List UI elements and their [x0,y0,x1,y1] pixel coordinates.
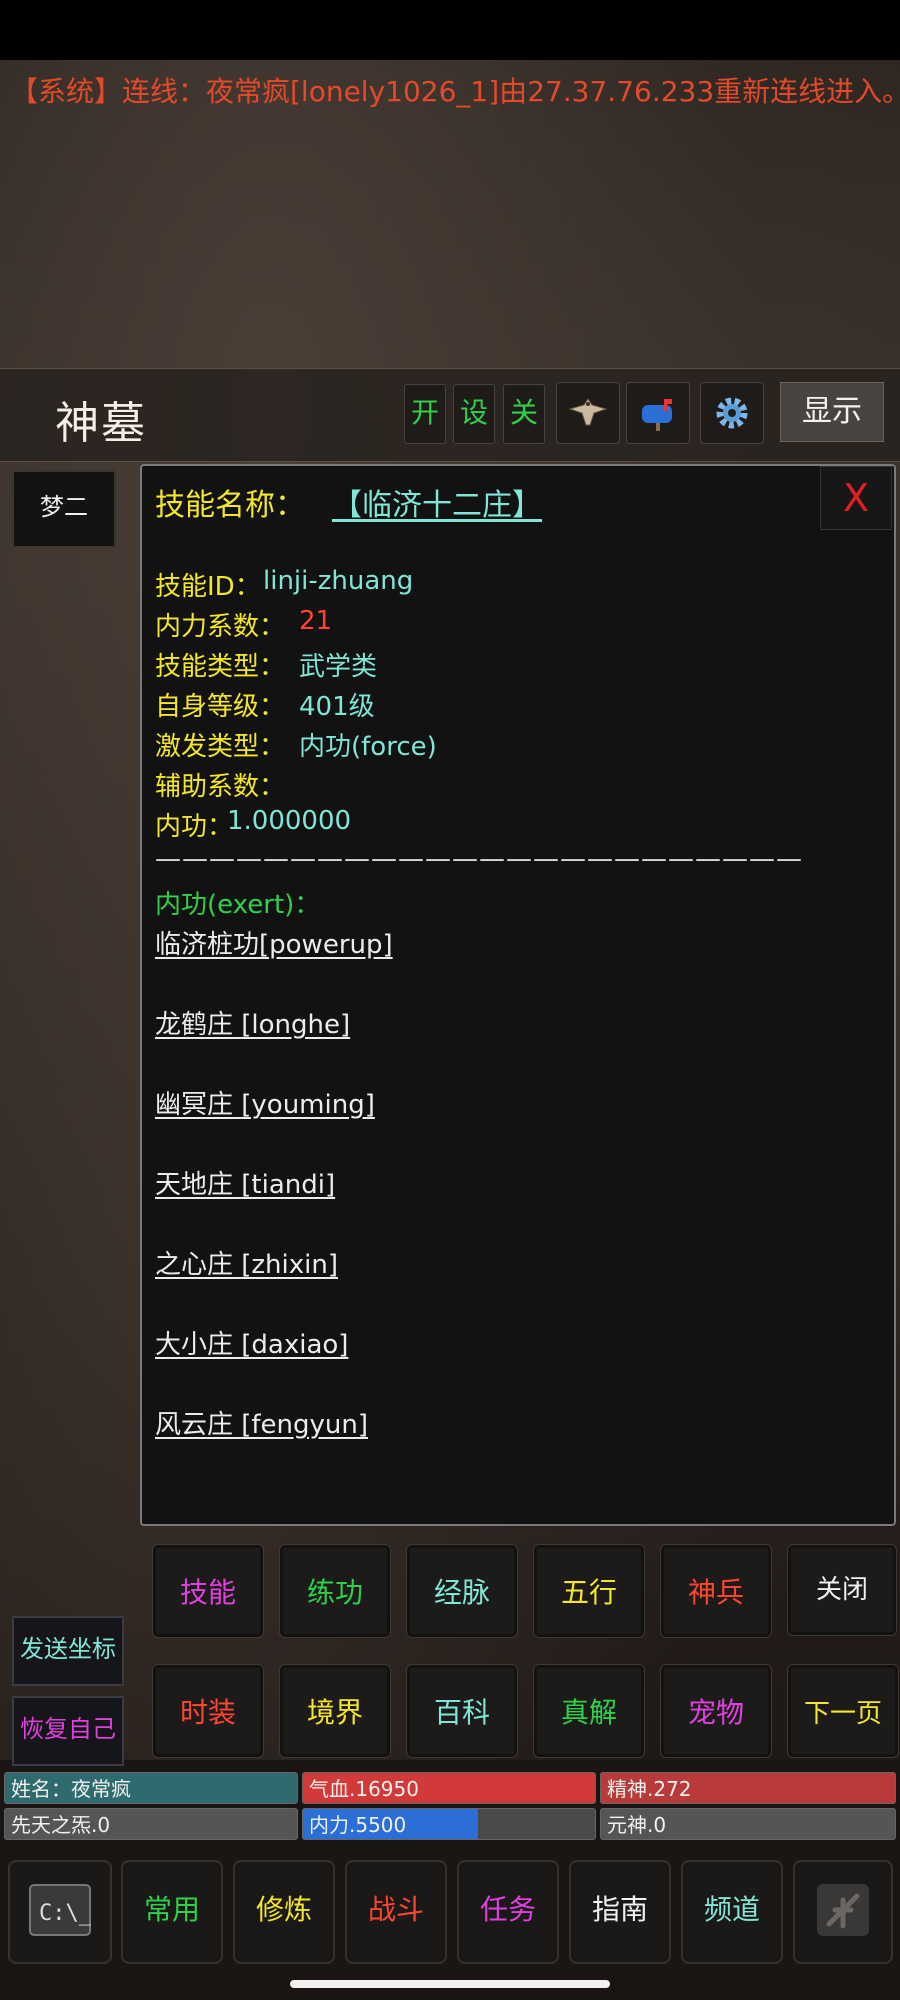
exert-item-daxiao[interactable]: 大小庄 [daxiao] [155,1324,348,1361]
panel-close-button[interactable]: X [820,466,892,530]
separator: ———————————————————————— [155,844,803,874]
svg-text:C:\_: C:\_ [39,1901,91,1926]
neili-label: 内力.5500 [309,1813,407,1837]
status-bar [0,0,900,60]
exert-item-powerup[interactable]: 临济桩功[powerup] [155,924,393,961]
excite-type-value: 内功(force) [299,732,437,762]
nav-quest[interactable]: 任务 [457,1860,559,1964]
page-title: 神墓 [55,398,147,449]
exert-item-zhixin[interactable]: 之心庄 [zhixin] [155,1244,338,1281]
close-toggle-button[interactable]: 关 [503,384,545,444]
close-button[interactable]: 关闭 [787,1544,897,1636]
exert-item-tiandi[interactable]: 天地庄 [tiandi] [155,1164,335,1201]
terminal-icon: C:\_ [29,1884,93,1936]
skill-id-value: linji-zhuang [263,566,414,596]
brush-icon [817,1884,869,1936]
nav-common[interactable]: 常用 [121,1860,223,1964]
qixue-bar: 气血.16950 [302,1772,596,1804]
realm-button[interactable]: 境界 [279,1664,391,1758]
coef-value: 21 [299,606,333,636]
coef-label: 内力系数： [155,612,286,642]
fashion-button[interactable]: 时装 [152,1664,264,1758]
divine-weapon-button[interactable]: 神兵 [660,1544,772,1638]
skill-button[interactable]: 技能 [152,1544,264,1638]
next-page-button[interactable]: 下一页 [787,1664,899,1758]
neigong-label: 内功： [155,812,234,842]
side-tab-menger[interactable]: 梦二 [12,470,116,548]
skill-name-link[interactable]: 【临济十二庄】 [332,480,542,524]
self-level-value: 401级 [299,692,375,722]
name-bar: 姓名：夜常疯 [4,1772,298,1804]
skill-type-label: 技能类型： [155,652,286,682]
console-button[interactable]: C:\_ [8,1860,112,1964]
send-coords-button[interactable]: 发送坐标 [12,1616,124,1686]
title-bar: 神墓 [0,368,900,462]
nav-channel[interactable]: 频道 [681,1860,783,1964]
restore-self-button[interactable]: 恢复自己 [12,1696,124,1766]
open-button[interactable]: 开 [404,384,446,444]
excite-type-label: 激发类型： [155,732,286,762]
encyclopedia-button[interactable]: 百科 [406,1664,518,1758]
practice-button[interactable]: 练功 [279,1544,391,1638]
exert-label: 内功(exert)： [155,890,321,920]
nav-cultivate[interactable]: 修炼 [233,1860,335,1964]
skill-id-label: 技能ID： [155,572,261,602]
neili-bar: 内力.5500 [302,1808,596,1840]
yuanshen-bar: 元神.0 [600,1808,896,1840]
jingshen-bar: 精神.272 [600,1772,896,1804]
five-elements-button[interactable]: 五行 [533,1544,645,1638]
exert-item-youming[interactable]: 幽冥庄 [youming] [155,1084,375,1121]
mailbox-icon [642,399,672,431]
gear-icon [716,397,748,429]
skill-name-label: 技能名称： [155,488,305,523]
pet-button[interactable]: 宠物 [660,1664,772,1758]
skill-type-value: 武学类 [299,652,378,682]
nav-battle[interactable]: 战斗 [345,1860,447,1964]
assist-coef-label: 辅助系数： [155,772,286,802]
skill-info-panel: X 技能名称： 【临济十二庄】 技能ID： linji-zhuang 内力系数：… [140,464,896,1526]
eagle-icon [568,398,608,426]
neigong-value: 1.000000 [227,806,352,836]
nav-guide[interactable]: 指南 [569,1860,671,1964]
exert-item-longhe[interactable]: 龙鹤庄 [longhe] [155,1004,350,1041]
exert-item-fengyun[interactable]: 风云庄 [fengyun] [155,1404,368,1441]
meridian-button[interactable]: 经脉 [406,1544,518,1638]
self-level-label: 自身等级： [155,692,286,722]
gear-button[interactable] [700,382,764,444]
show-button[interactable]: 显示 [780,382,884,442]
settings-button[interactable]: 设 [453,384,495,444]
mailbox-button[interactable] [626,382,690,444]
system-message: 【系统】连线：夜常疯[lonely1026_1]由27.37.76.233重新连… [10,75,895,108]
eagle-button[interactable] [556,382,620,444]
true-solution-button[interactable]: 真解 [533,1664,645,1758]
home-indicator[interactable] [290,1980,610,1988]
brush-button[interactable] [793,1860,893,1964]
xiantian-bar: 先天之炁.0 [4,1808,298,1840]
